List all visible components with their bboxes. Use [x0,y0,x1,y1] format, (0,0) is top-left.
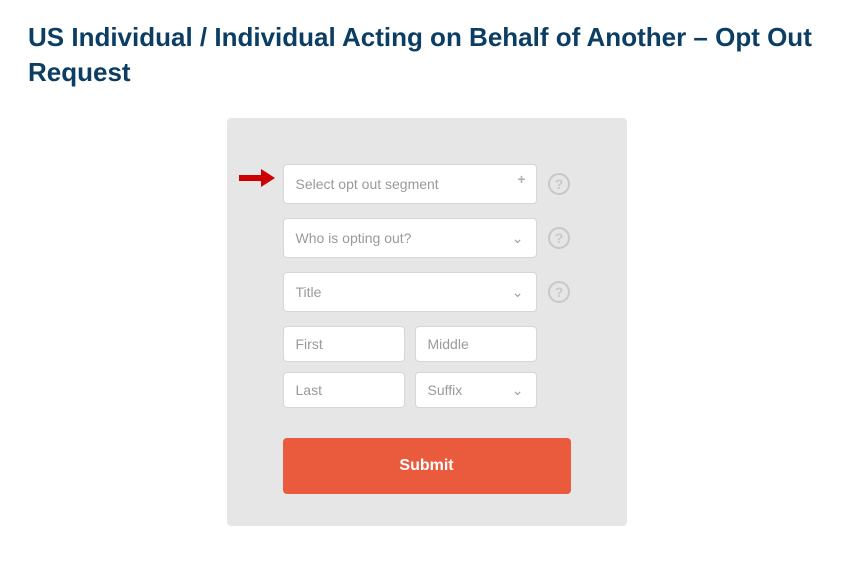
spacer [547,372,571,408]
first-placeholder: First [296,336,323,352]
help-icon[interactable]: ? [547,280,571,304]
first-middle-row: First Middle [283,326,571,362]
chevron-down-icon: ⌄ [512,382,524,399]
title-row: Title ⌄ ? [283,272,571,312]
chevron-down-icon: ⌄ [512,230,524,247]
svg-text:?: ? [554,230,563,246]
svg-text:?: ? [554,176,563,192]
spacer [547,326,571,362]
who-select[interactable]: Who is opting out? ⌄ [283,218,537,258]
red-arrow-annotation-icon [239,168,275,193]
suffix-placeholder: Suffix [428,382,463,398]
help-icon[interactable]: ? [547,172,571,196]
suffix-select[interactable]: Suffix ⌄ [415,372,537,408]
form-wrapper: Select opt out segment + ? Who is opting… [28,118,825,526]
last-suffix-row: Last Suffix ⌄ [283,372,571,408]
page-title: US Individual / Individual Acting on Beh… [28,20,825,90]
middle-name-input[interactable]: Middle [415,326,537,362]
who-placeholder: Who is opting out? [296,230,412,246]
first-name-input[interactable]: First [283,326,405,362]
plus-icon: + [517,171,525,187]
help-icon[interactable]: ? [547,226,571,250]
segment-placeholder: Select opt out segment [296,176,439,192]
form-card: Select opt out segment + ? Who is opting… [227,118,627,526]
middle-placeholder: Middle [428,336,469,352]
segment-select[interactable]: Select opt out segment + [283,164,537,204]
title-placeholder: Title [296,284,322,300]
submit-button[interactable]: Submit [283,438,571,494]
who-row: Who is opting out? ⌄ ? [283,218,571,258]
segment-row: Select opt out segment + ? [283,164,571,204]
title-select[interactable]: Title ⌄ [283,272,537,312]
last-name-input[interactable]: Last [283,372,405,408]
chevron-down-icon: ⌄ [512,284,524,301]
svg-text:?: ? [554,284,563,300]
last-placeholder: Last [296,382,322,398]
